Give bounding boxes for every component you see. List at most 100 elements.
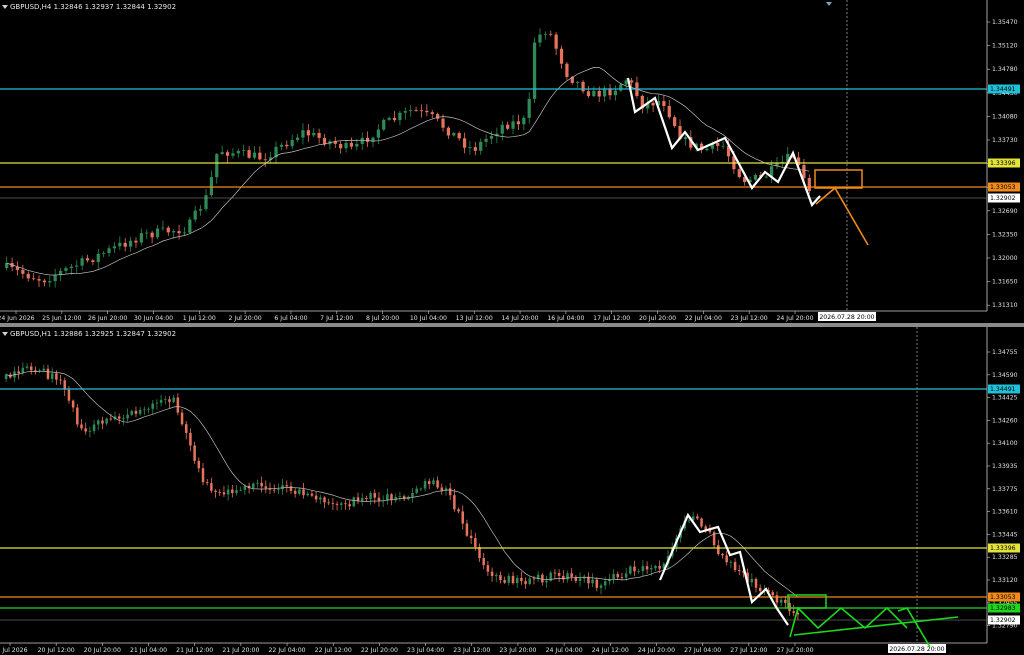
candle [188,219,192,233]
candle [42,280,47,283]
projection-line[interactable] [897,607,931,648]
time-axis-label: 21 Jul 20:00 [222,647,259,654]
candle [258,152,262,160]
candle [414,110,418,112]
candle [427,481,431,485]
h1-chart-pane[interactable]: 1.34755 1.34590 1.34425 1.34260 1.34100 1.339… [0,327,1024,655]
current-price-price-label: 1.32902 [990,617,1016,624]
candle [71,400,75,408]
cursor-time-label: 2026.07.28 20:00 [889,646,944,653]
candle [541,574,544,583]
price-axis-label: 1.33445 [992,531,1018,538]
candle [432,480,435,485]
price-axis-label: 1.34425 [992,395,1018,402]
candle [570,573,573,577]
candle [515,577,519,584]
time-axis-label: 23 Jul 04:00 [407,647,444,654]
h4-chart-canvas[interactable]: 1.354701.351201.347801.344301.340801.337… [0,0,1024,323]
candle [662,101,666,107]
current-price-price-label: 1.32902 [990,195,1016,202]
time-axis-label: 27 Jul 04:00 [684,647,721,654]
candle [484,138,488,142]
candle [109,418,113,420]
candle [506,124,510,129]
h1-chart-canvas[interactable]: 1.34755 1.34590 1.34425 1.34260 1.34100 1.339… [0,327,1024,655]
candle [495,575,498,577]
candle [538,34,542,43]
triangle-pattern-line[interactable] [789,606,908,638]
candle [85,258,90,261]
time-axis-label: 22 Jul 12:00 [315,647,352,654]
candle [499,575,502,581]
orange-level-price-label: 1.33053 [990,184,1016,191]
candle [189,432,192,446]
candle [503,580,506,583]
zigzag-pattern-line[interactable] [626,77,821,208]
time-axis-label: 23 Jul 12:00 [453,647,490,654]
time-axis-label: 10 Jul 04:00 [410,315,447,322]
time-axis-label: 7 Jul 12:00 [320,315,353,322]
candle [339,503,343,505]
candle [285,485,289,487]
candle [441,118,445,128]
candle [134,240,138,243]
candle [97,420,100,425]
candle [624,573,628,578]
candle [102,253,106,254]
price-axis-label: 1.32350 [992,231,1018,238]
cyan-level-price-label: 1.34491 [990,86,1016,93]
price-axis-label: 1.34080 [992,113,1018,120]
projection-line[interactable] [815,186,869,246]
candle [155,402,159,404]
price-axis-label: 1.33610 [992,509,1018,516]
candle [150,232,154,238]
yellow-level-price-label: 1.33396 [990,545,1016,552]
candle [215,154,219,178]
price-axis-label: 1.32690 [992,208,1018,215]
candle [204,195,208,210]
candle [453,495,456,510]
candle [446,127,451,136]
scroll-marker-icon[interactable] [826,2,832,6]
candle [565,63,569,77]
candle [236,150,240,154]
candle [360,137,364,144]
target-zone-box[interactable] [814,169,863,189]
dropdown-triangle-icon[interactable] [2,5,8,9]
candle [139,233,143,243]
time-axis-label: 17 Jul 12:00 [593,315,630,322]
dropdown-triangle-icon[interactable] [2,332,8,336]
time-axis-label: 24 Jul 12:00 [592,647,629,654]
candle [578,578,582,581]
candle [522,117,526,125]
candle [591,579,594,584]
candle [717,545,720,554]
candle [25,366,29,368]
candle [168,399,171,402]
candle [235,490,238,494]
candle [91,260,95,263]
price-axis-label: 1.34780 [992,66,1018,73]
candle [214,490,217,493]
h4-chart-pane[interactable]: 1.354701.351201.347801.344301.340801.337… [0,0,1024,323]
candle [576,81,580,83]
candle [293,490,297,494]
candle [272,489,276,491]
cyan-level-price-label: 1.34491 [990,386,1016,393]
candle [314,495,318,500]
candle [348,504,351,507]
candle [419,488,423,490]
time-axis-label: 6 Jul 04:00 [274,315,307,322]
price-axis-label: 1.35470 [992,19,1018,26]
candle [620,577,624,579]
candle [349,142,354,147]
candle [700,518,703,527]
h4-symbol-header: GBPUSD,H4 1.32846 1.32937 1.32844 1.3290… [10,3,177,11]
candle [279,144,284,147]
price-axis-label: 1.34590 [992,372,1018,379]
price-axis-label: 1.33120 [992,577,1018,584]
candle [122,418,125,420]
candle [650,568,653,570]
candle [667,106,671,118]
candle [220,152,224,155]
